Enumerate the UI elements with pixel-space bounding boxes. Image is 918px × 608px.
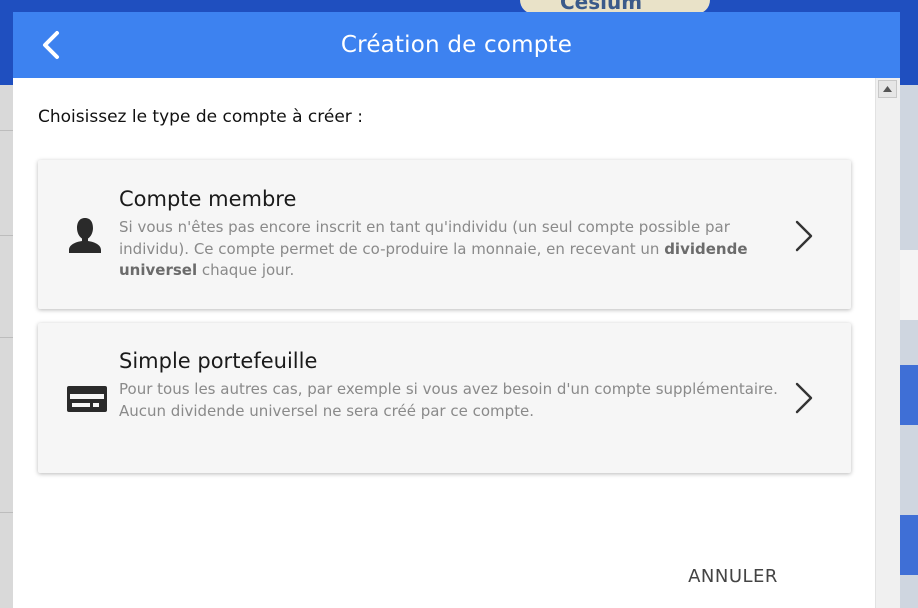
chevron-right-icon xyxy=(793,380,815,416)
member-account-description-text: Si vous n'êtes pas encore inscrit en tan… xyxy=(119,218,730,258)
background-list xyxy=(0,85,14,608)
arrow-up-icon xyxy=(883,86,892,92)
simple-wallet-title: Simple portefeuille xyxy=(119,349,318,373)
chevron-right-icon xyxy=(793,218,815,254)
scroll-up-button[interactable] xyxy=(878,80,897,98)
background-right-button xyxy=(898,365,918,425)
simple-wallet-option[interactable]: Simple portefeuille Pour tous les autres… xyxy=(38,323,851,473)
member-account-description: Si vous n'êtes pas encore inscrit en tan… xyxy=(119,217,779,282)
dialog-title: Création de compte xyxy=(340,32,573,58)
dialog-header: Création de compte xyxy=(13,12,900,78)
simple-wallet-description-line1: Pour tous les autres cas, par exemple si… xyxy=(119,380,778,398)
account-type-prompt: Choisissez le type de compte à créer : xyxy=(38,107,363,127)
background-right-button-2 xyxy=(898,515,918,575)
person-icon xyxy=(65,215,105,255)
simple-wallet-description-line2: Aucun dividende universel ne sera créé p… xyxy=(119,401,535,420)
member-account-title: Compte membre xyxy=(119,187,297,211)
cancel-button[interactable]: ANNULER xyxy=(668,562,798,592)
scrollbar[interactable] xyxy=(875,78,900,608)
wallet-card-icon xyxy=(65,378,107,418)
simple-wallet-description: Pour tous les autres cas, par exemple si… xyxy=(119,379,779,422)
member-account-description-end: chaque jour. xyxy=(197,261,295,279)
member-account-option[interactable]: Compte membre Si vous n'êtes pas encore … xyxy=(38,160,851,309)
background-right-card xyxy=(900,250,918,320)
create-account-dialog: Création de compte Choisissez le type de… xyxy=(13,12,900,608)
